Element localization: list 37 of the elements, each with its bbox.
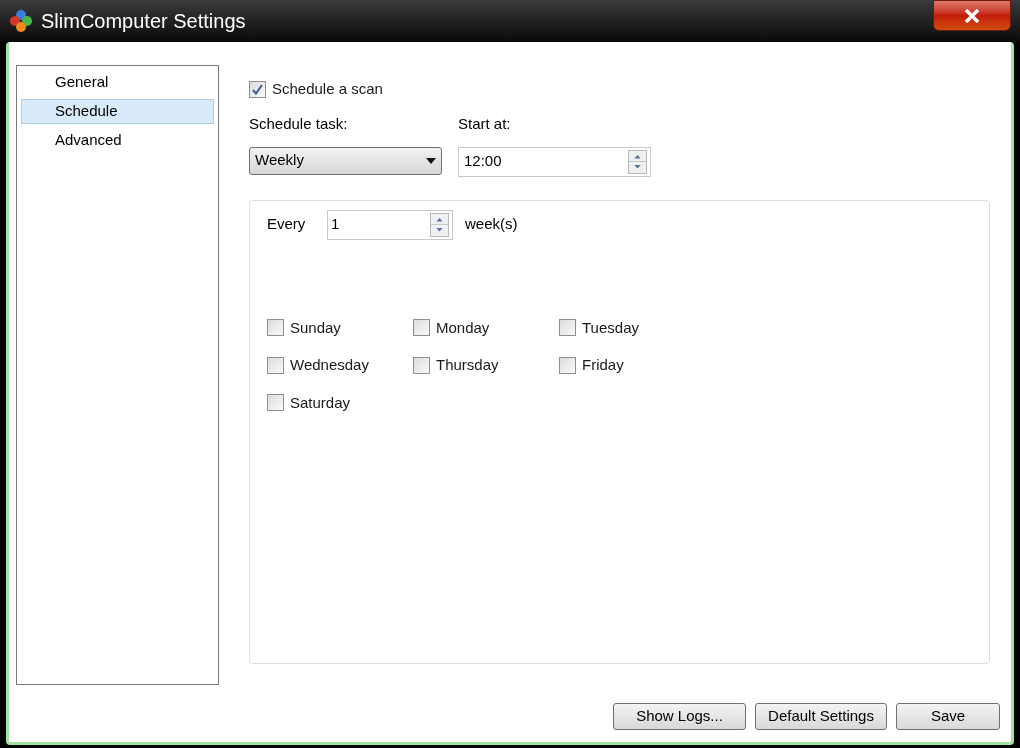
checkbox-label: Thursday bbox=[436, 355, 499, 375]
window-title: SlimComputer Settings bbox=[41, 9, 246, 34]
spin-buttons[interactable] bbox=[628, 149, 647, 174]
checkbox[interactable] bbox=[267, 394, 284, 412]
checkbox[interactable] bbox=[249, 80, 266, 98]
app-logo-icon bbox=[9, 9, 33, 33]
dialog-button[interactable]: Save bbox=[896, 703, 1000, 730]
checkbox-label: Tuesday bbox=[582, 317, 639, 338]
number-field[interactable]: 1 bbox=[327, 209, 453, 240]
checkbox[interactable] bbox=[413, 356, 430, 374]
close-icon bbox=[964, 8, 980, 23]
sidebar-item[interactable]: Schedule bbox=[21, 99, 214, 124]
close-button[interactable] bbox=[933, 0, 1011, 31]
field-label: Schedule task: bbox=[249, 113, 349, 133]
checkbox[interactable] bbox=[559, 356, 576, 374]
time-field[interactable]: 12:00 bbox=[458, 146, 651, 177]
checkbox-label: Saturday bbox=[290, 392, 351, 413]
checkbox-label: Sunday bbox=[290, 317, 341, 338]
checkbox-label: Wednesday bbox=[290, 355, 369, 375]
dropdown[interactable]: Weekly bbox=[249, 146, 442, 175]
checkbox[interactable] bbox=[559, 319, 576, 337]
unit-label: week(s) bbox=[465, 214, 518, 235]
checkbox[interactable] bbox=[413, 319, 430, 337]
sidebar-item[interactable]: Advanced bbox=[21, 128, 214, 153]
dropdown-caret-icon bbox=[426, 157, 436, 164]
checkmark-icon bbox=[252, 83, 263, 95]
dialog-button[interactable]: Default Settings bbox=[755, 703, 887, 730]
checkbox[interactable] bbox=[267, 356, 284, 374]
sidebar-item[interactable]: General bbox=[21, 70, 214, 95]
field-label: Every bbox=[267, 214, 307, 235]
checkbox-label: Monday bbox=[436, 317, 490, 338]
checkbox[interactable] bbox=[267, 319, 284, 337]
spin-buttons[interactable] bbox=[430, 212, 449, 237]
checkbox-label: Schedule a scan bbox=[272, 79, 383, 99]
checkbox-label: Friday bbox=[582, 355, 624, 375]
dialog-button[interactable]: Show Logs... bbox=[613, 703, 746, 730]
field-label: Start at: bbox=[458, 113, 512, 133]
